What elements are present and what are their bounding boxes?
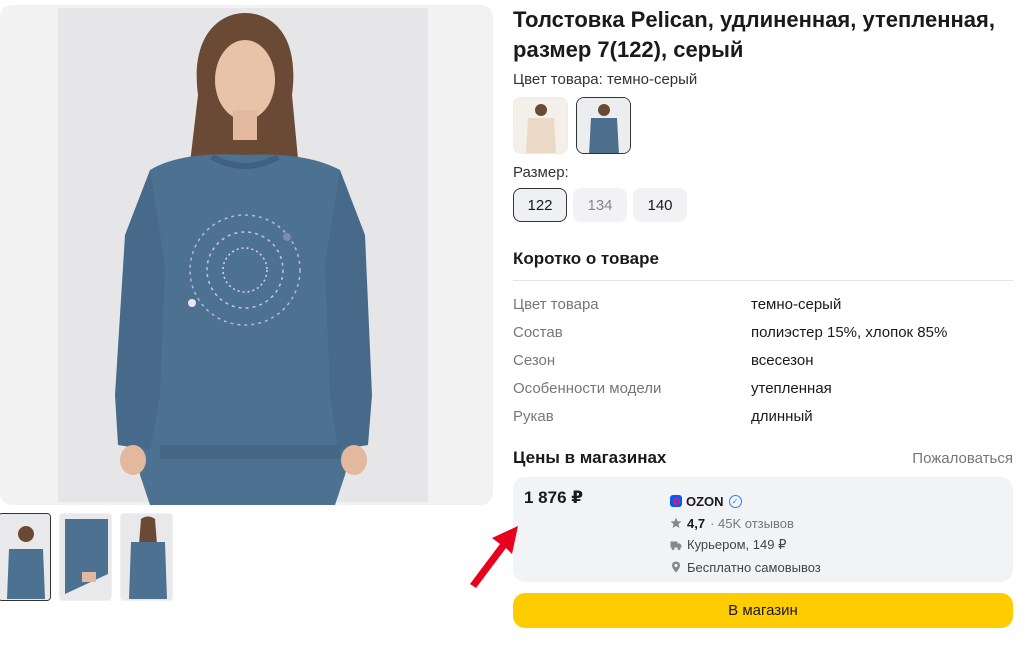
ozon-logo-icon [670,495,682,507]
color-swatch-dark-grey[interactable] [576,97,631,154]
shop-name-line[interactable]: OZON ✓ [670,490,821,512]
spec-key: Рукав [513,407,554,425]
thumbnail-back[interactable] [120,513,173,601]
pickup-line: Бесплатно самовывоз [670,556,821,578]
size-option-140[interactable]: 140 [633,188,687,222]
spec-row: Состав полиэстер 15%, хлопок 85% [513,318,1013,346]
shop-info: OZON ✓ 4,7 · 45K отзывов Курьером, 149 ₽… [670,490,821,578]
spec-key: Состав [513,323,563,341]
spec-key: Цвет товара [513,295,599,313]
size-option-122[interactable]: 122 [513,188,567,222]
red-arrow-annotation [470,526,518,588]
about-title: Коротко о товаре [513,249,1013,281]
prices-title: Цены в магазинах [513,448,667,467]
spec-key: Сезон [513,351,556,369]
spec-row: Рукав длинный [513,402,1013,430]
rating-value: 4,7 [687,515,706,531]
spec-value: всесезон [751,351,814,369]
shop-logo: OZON [670,494,724,509]
offer-card[interactable]: 1 876 ₽ OZON ✓ 4,7 · 45K отзывов Курьеро… [513,477,1013,582]
go-to-shop-button[interactable]: В магазин [513,593,1013,628]
size-option-134[interactable]: 134 [573,188,627,222]
spec-value: темно-серый [751,295,842,313]
spec-value: длинный [751,407,813,425]
product-details: Толстовка Pelican, удлиненная, утепленна… [513,0,1013,628]
model-in-sweatshirt-illustration [115,13,372,505]
reviews-count: · 45K отзывов [710,515,794,531]
spec-key: Особенности модели [513,379,662,397]
main-product-image[interactable] [0,5,493,505]
truck-icon [670,541,682,550]
product-title: Толстовка Pelican, удлиненная, утепленна… [513,7,995,62]
shop-name: OZON [686,493,724,509]
spec-row: Особенности модели утепленная [513,374,1013,402]
spec-value: утепленная [751,379,832,397]
color-swatches [513,97,1013,154]
prices-header: Цены в магазинах Пожаловаться [513,448,1013,468]
spec-row: Цвет товара темно-серый [513,290,1013,318]
complain-link[interactable]: Пожаловаться [912,450,1013,467]
pickup-text: Бесплатно самовывоз [687,559,821,575]
location-pin-icon [672,561,680,573]
size-selector: 122 134 140 [513,188,1013,222]
verified-check-icon: ✓ [728,494,742,508]
spec-value: полиэстер 15%, хлопок 85% [751,323,948,341]
color-swatch-beige[interactable] [513,97,568,154]
star-icon [670,517,682,528]
thumbnail-sleeve-detail[interactable] [59,513,112,601]
shop-rating: 4,7 · 45K отзывов [670,512,821,534]
delivery-line: Курьером, 149 ₽ [670,534,821,556]
color-label: Цвет товара: темно-серый [513,71,698,88]
spec-list: Цвет товара темно-серый Состав полиэстер… [513,290,1013,430]
thumbnail-front[interactable] [0,513,51,601]
thumbnail-strip [0,513,173,601]
size-label: Размер: [513,164,569,181]
spec-row: Сезон всесезон [513,346,1013,374]
delivery-text: Курьером, 149 ₽ [687,537,787,552]
offer-price: 1 876 ₽ [524,488,584,507]
